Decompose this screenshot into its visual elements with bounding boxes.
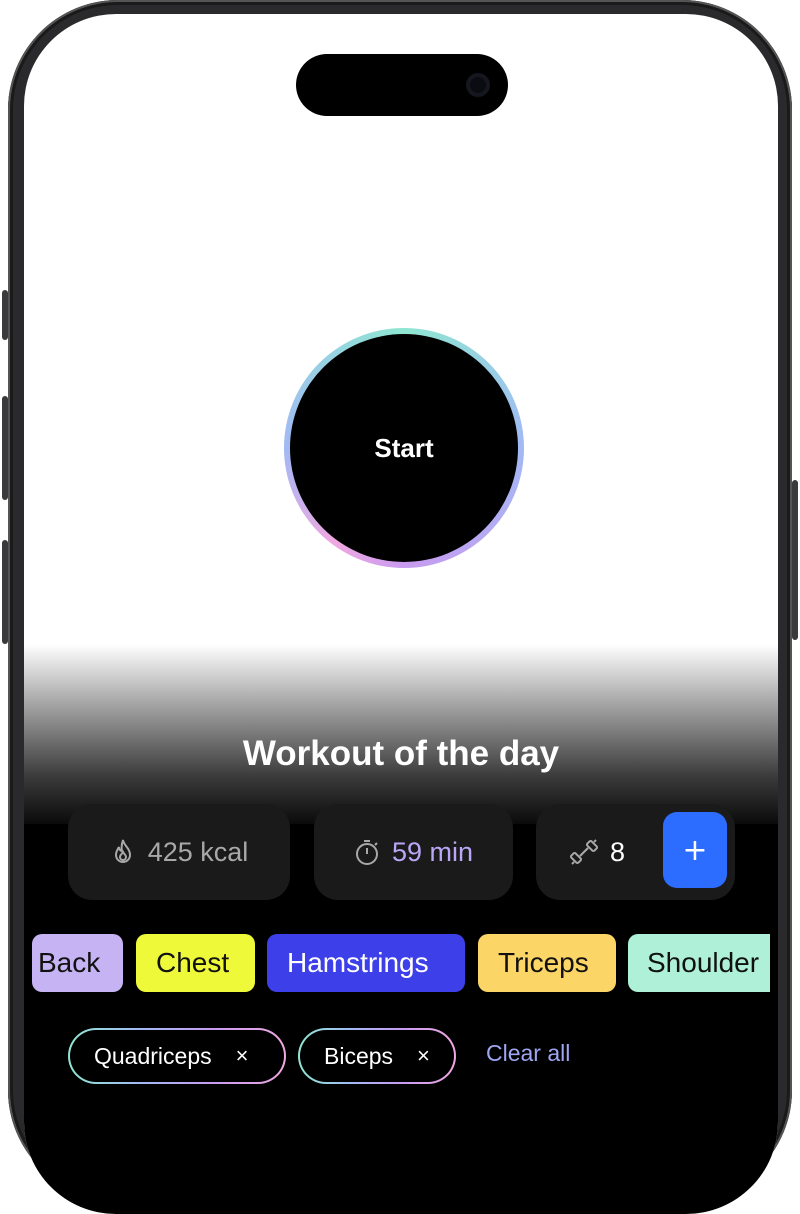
side-button-volume-down xyxy=(2,540,8,644)
chip-shoulder[interactable]: Shoulder xyxy=(628,934,770,992)
chip-label: Chest xyxy=(156,947,230,978)
tag-label: Quadriceps xyxy=(94,1042,212,1069)
calories-card: 425 kcal xyxy=(68,804,290,900)
remove-quadriceps-icon[interactable]: × xyxy=(236,1043,249,1069)
start-button[interactable]: Start xyxy=(290,334,518,562)
chip-hamstrings[interactable]: Hamstrings xyxy=(267,934,465,992)
chip-back[interactable]: Back xyxy=(32,934,123,992)
dumbbell-icon xyxy=(570,839,598,865)
phone-screen: Start Workout of the day 425 kcal 59 min… xyxy=(24,14,778,1214)
filter-tag-biceps: Biceps × xyxy=(300,1030,454,1082)
side-button-power xyxy=(792,480,798,640)
camera-icon xyxy=(466,73,490,97)
duration-value: 59 min xyxy=(391,836,474,867)
add-exercise-button[interactable]: + xyxy=(663,812,727,888)
chip-label: Triceps xyxy=(498,947,589,978)
filter-tag-quadriceps: Quadriceps × xyxy=(70,1030,284,1082)
side-button-action xyxy=(2,290,8,340)
chip-label: Shoulder xyxy=(647,947,760,978)
flame-icon xyxy=(114,839,131,863)
tag-label: Biceps xyxy=(324,1042,394,1069)
duration-card: 59 min xyxy=(314,804,513,900)
muscle-group-chips: Back Chest Hamstrings Triceps Shoulder xyxy=(24,934,770,994)
dynamic-island xyxy=(296,54,508,116)
exercises-card: 8 + xyxy=(536,804,735,900)
workout-title: Workout of the day xyxy=(242,734,560,773)
calories-value: 425 kcal xyxy=(147,836,249,867)
side-button-volume-up xyxy=(2,396,8,500)
start-button-ring: Start xyxy=(284,328,524,568)
stopwatch-icon xyxy=(355,840,378,865)
exercises-count: 8 xyxy=(610,836,626,867)
clear-all-link[interactable]: Clear all xyxy=(486,1040,570,1067)
chip-triceps[interactable]: Triceps xyxy=(478,934,616,992)
chip-chest[interactable]: Chest xyxy=(136,934,255,992)
chip-label: Hamstrings xyxy=(287,947,429,978)
chip-label: Back xyxy=(38,947,101,978)
remove-biceps-icon[interactable]: × xyxy=(417,1043,430,1069)
